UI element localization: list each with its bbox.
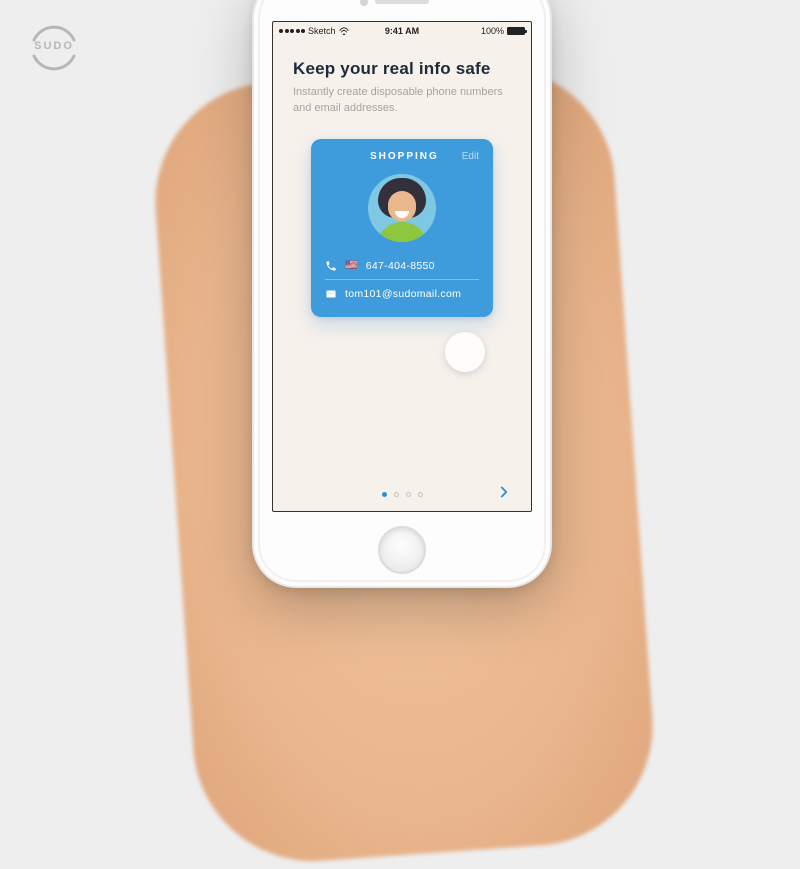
phone-value: 647-404-8550 <box>366 260 435 272</box>
next-button[interactable] <box>495 483 513 501</box>
avatar <box>368 174 436 242</box>
home-button[interactable] <box>378 526 426 574</box>
sudo-logo: SUDO <box>28 22 80 74</box>
identity-card[interactable]: SHOPPING Edit 🇺🇸 647-404-8550 <box>311 139 493 317</box>
onboarding-copy: Keep your real info safe Instantly creat… <box>273 39 531 317</box>
status-bar: Sketch 9:41 AM 100% <box>273 22 531 39</box>
screen: Sketch 9:41 AM 100% Keep your real info … <box>272 21 532 512</box>
phone-row[interactable]: 🇺🇸 647-404-8550 <box>325 252 479 279</box>
mail-icon <box>325 288 337 300</box>
sudo-logo-text: SUDO <box>28 40 80 52</box>
iphone-frame: Sketch 9:41 AM 100% Keep your real info … <box>254 0 550 586</box>
clock: 9:41 AM <box>273 26 531 36</box>
phone-camera <box>360 0 368 6</box>
card-label: SHOPPING <box>347 151 462 162</box>
page-dot[interactable] <box>382 492 387 497</box>
page-dot[interactable] <box>394 492 399 497</box>
touch-indicator <box>445 332 485 372</box>
page-dot[interactable] <box>406 492 411 497</box>
phone-icon <box>325 260 337 272</box>
page-subtitle: Instantly create disposable phone number… <box>293 85 511 117</box>
edit-button[interactable]: Edit <box>462 151 479 162</box>
page-indicator <box>273 492 531 497</box>
flag-icon: 🇺🇸 <box>345 260 358 271</box>
phone-speaker <box>375 0 429 4</box>
page-dot[interactable] <box>418 492 423 497</box>
battery-icon <box>507 27 525 35</box>
page-title: Keep your real info safe <box>293 59 511 79</box>
email-row[interactable]: tom101@sudomail.com <box>325 279 479 307</box>
email-value: tom101@sudomail.com <box>345 288 461 300</box>
